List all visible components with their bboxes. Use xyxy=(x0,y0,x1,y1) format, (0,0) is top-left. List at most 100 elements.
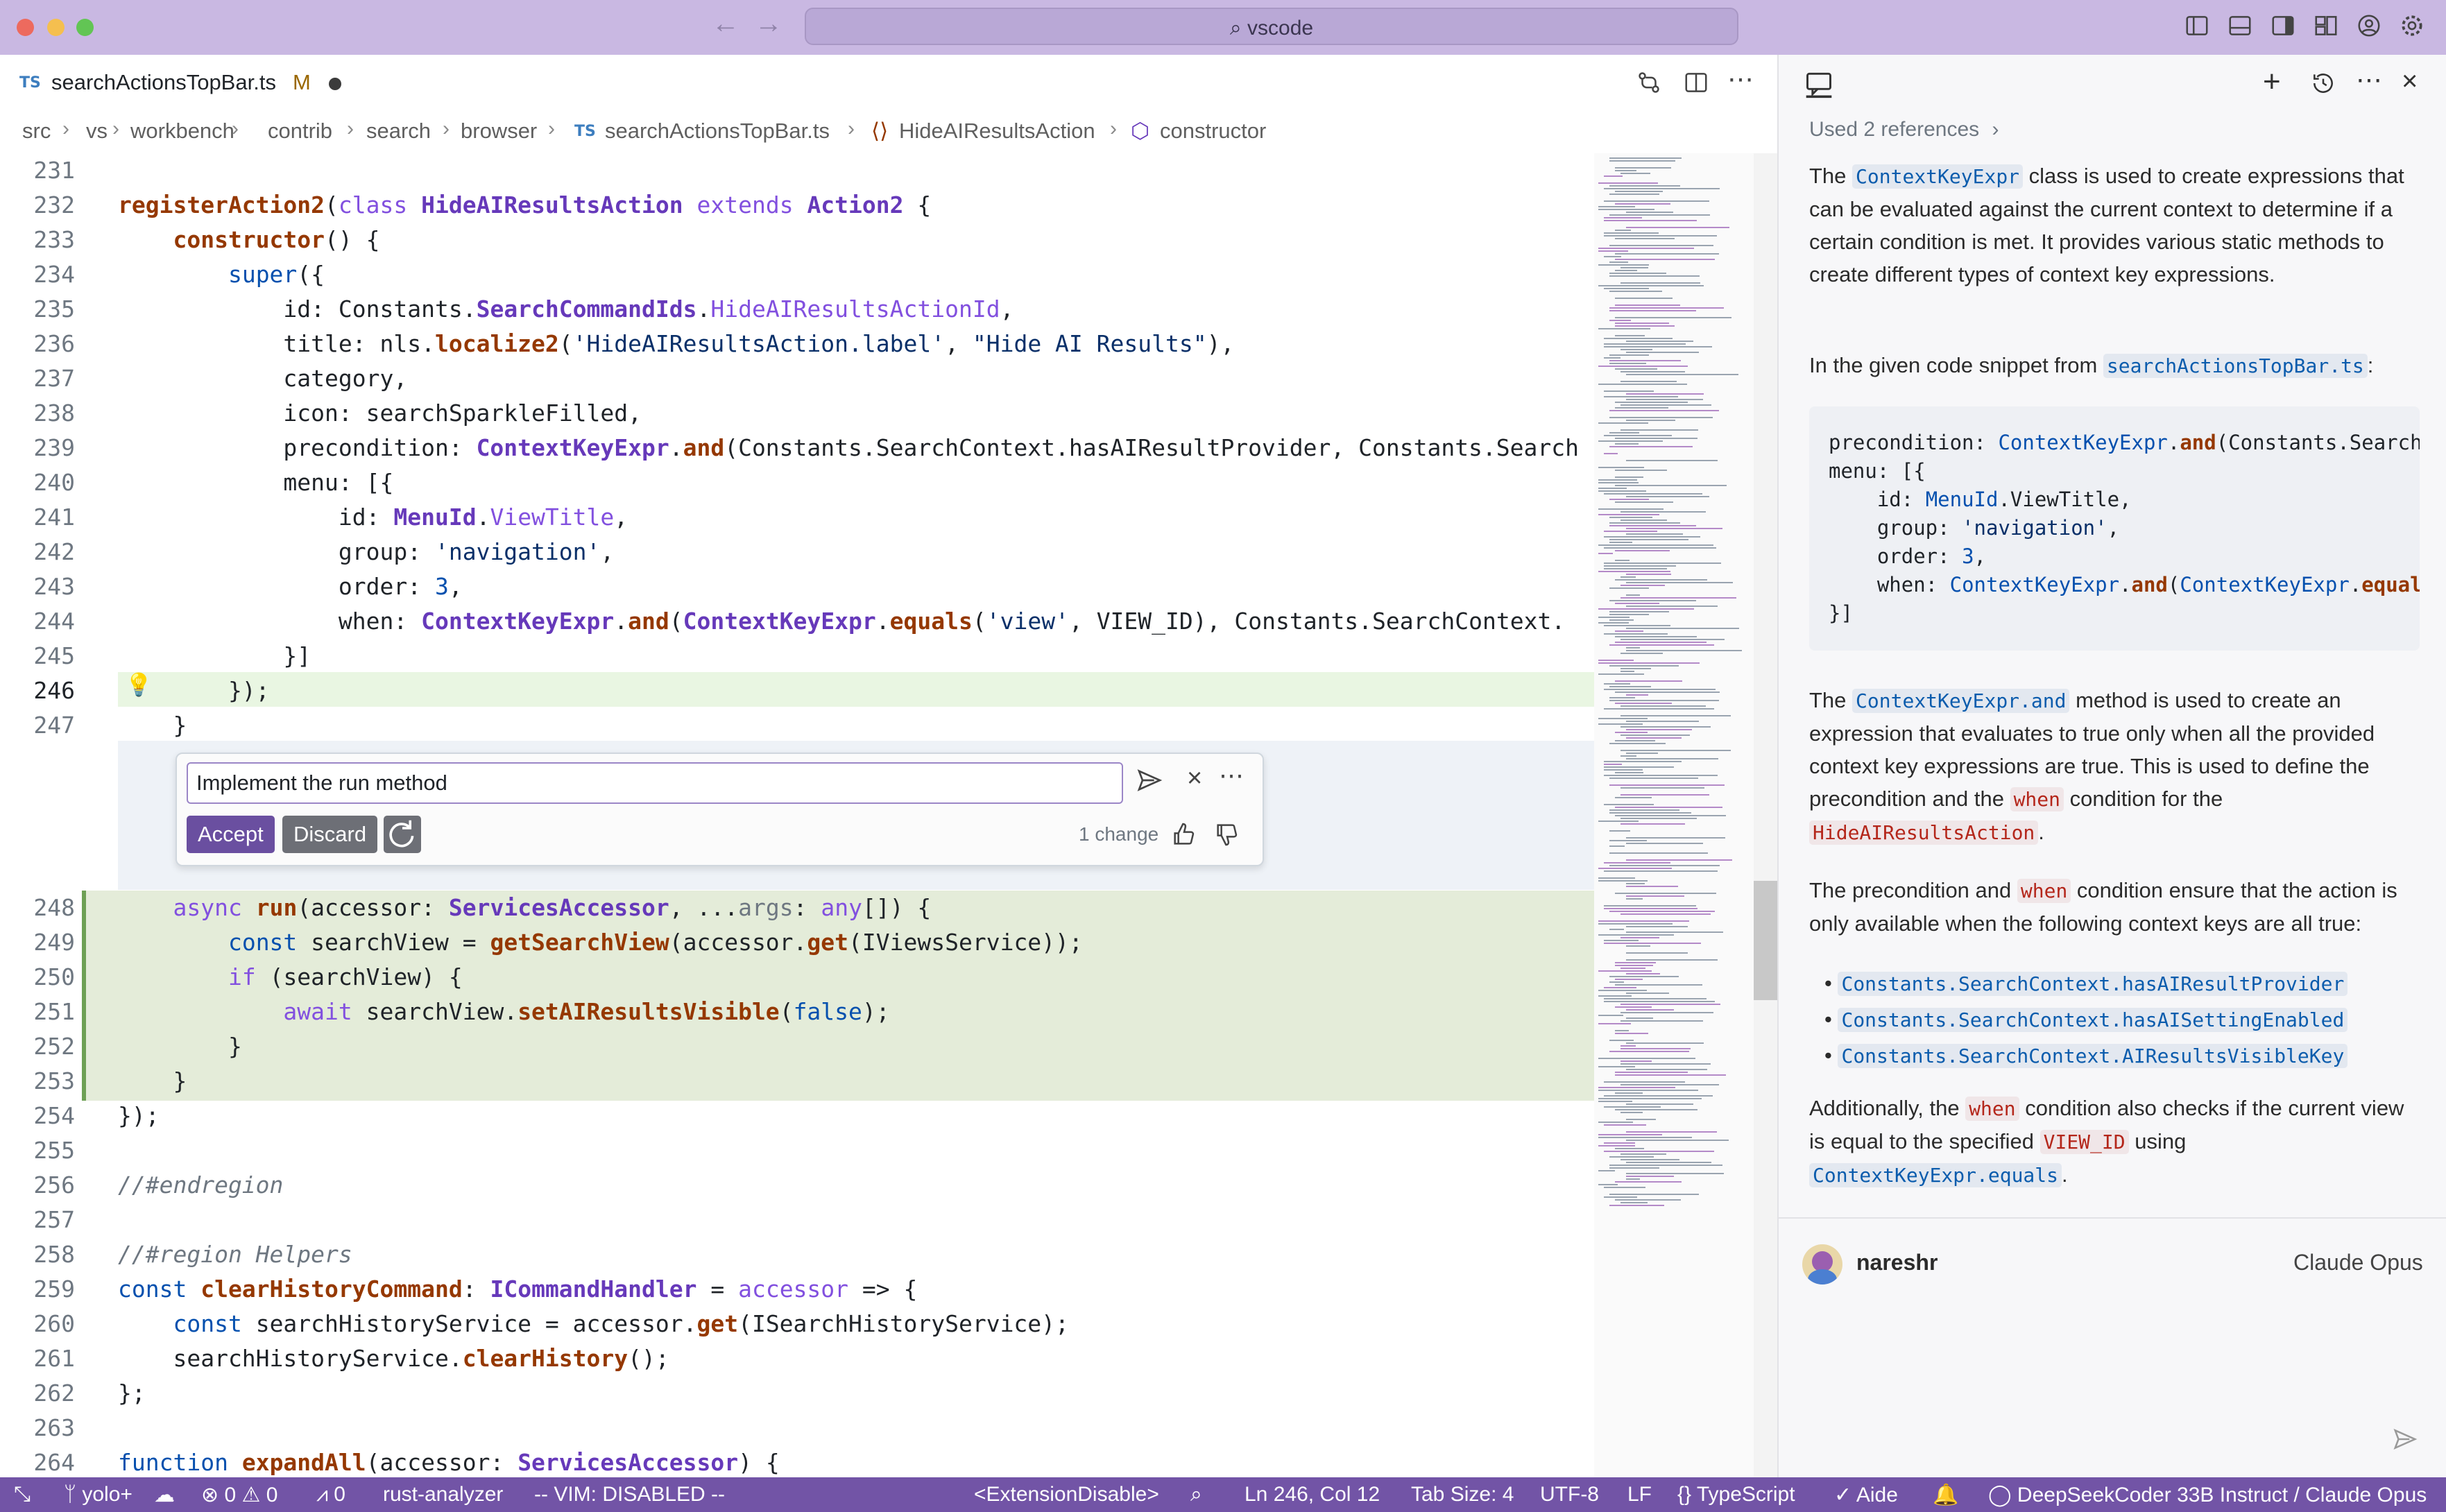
editor-scrollbar-track[interactable] xyxy=(1754,153,1777,1477)
breadcrumb-item[interactable]: constructor xyxy=(1160,119,1266,144)
minimap-line xyxy=(1609,446,1693,447)
settings-gear-icon[interactable] xyxy=(2399,12,2425,39)
language-mode[interactable]: {} TypeScript xyxy=(1677,1483,1795,1506)
more-actions-icon[interactable]: ⋯ xyxy=(1219,761,1244,790)
minimap-line xyxy=(1609,830,1630,832)
minimap-line xyxy=(1615,1072,1688,1073)
more-actions-icon[interactable]: ⋯ xyxy=(1727,64,1754,95)
minimap-line xyxy=(1598,1087,1675,1088)
minimap-line xyxy=(1615,203,1670,205)
vim-status[interactable]: -- VIM: DISABLED -- xyxy=(534,1483,725,1506)
minimize-window-button[interactable] xyxy=(47,19,65,36)
search-icon: ⌕ xyxy=(1229,17,1242,40)
minimap-line xyxy=(1604,338,1673,339)
minimap-line xyxy=(1604,568,1667,569)
breadcrumb-item[interactable]: searchActionsTopBar.ts xyxy=(605,119,830,144)
minimap-line xyxy=(1615,807,1722,808)
regenerate-button[interactable] xyxy=(384,816,421,853)
editor-scrollbar-thumb[interactable] xyxy=(1754,881,1777,1000)
minimap-line xyxy=(1609,320,1631,321)
minimap-line xyxy=(1626,1103,1693,1105)
minimap-line xyxy=(1604,633,1668,635)
zoom-icon[interactable]: ⌕ xyxy=(1190,1483,1202,1506)
close-window-button[interactable] xyxy=(17,19,34,36)
breadcrumb-item[interactable]: HideAIResultsAction xyxy=(899,119,1095,144)
extension-status[interactable]: <ExtensionDisable> xyxy=(974,1483,1159,1506)
sync-icon[interactable]: ☁ xyxy=(154,1483,175,1507)
minimap-line xyxy=(1598,467,1644,468)
chat-icon[interactable] xyxy=(1804,69,1834,99)
breadcrumb-item[interactable]: src xyxy=(22,119,51,144)
code-line: order: 3, xyxy=(1829,544,1986,568)
breadcrumb-item[interactable]: vs xyxy=(86,119,108,144)
file-reference[interactable]: searchActionsTopBar.ts xyxy=(2103,354,2368,378)
inline-chat-input[interactable]: Implement the run method xyxy=(187,762,1123,804)
toggle-primary-sidebar-icon[interactable] xyxy=(2184,12,2210,39)
model-status[interactable]: ◯ DeepSeekCoder 33B Instruct / Claude Op… xyxy=(1988,1483,2427,1507)
minimap-line xyxy=(1626,420,1675,421)
send-icon[interactable] xyxy=(1136,766,1163,794)
maximize-window-button[interactable] xyxy=(76,19,94,36)
minimap-line xyxy=(1620,937,1659,938)
split-editor-icon[interactable] xyxy=(1683,69,1709,96)
encoding[interactable]: UTF-8 xyxy=(1540,1483,1599,1506)
aide-status[interactable]: ✓ Aide xyxy=(1834,1483,1898,1507)
more-actions-icon[interactable]: ⋯ xyxy=(2356,65,2382,96)
minimap-line xyxy=(1626,1069,1707,1070)
open-changes-icon[interactable] xyxy=(1636,69,1662,96)
inline-code: when xyxy=(2010,787,2064,811)
broadcast-icon: ⩘ xyxy=(316,1483,328,1506)
ports-status[interactable]: ⩘ 0 xyxy=(316,1483,345,1506)
breadcrumb-item[interactable]: contrib xyxy=(268,119,332,144)
breadcrumb-item[interactable]: search xyxy=(366,119,431,144)
back-arrow-icon[interactable]: ← xyxy=(712,8,739,40)
discard-button[interactable]: Discard xyxy=(282,816,378,853)
chevron-right-icon: › xyxy=(1992,118,1999,141)
lightbulb-icon[interactable]: 💡 xyxy=(125,671,153,698)
thumbs-down-icon[interactable] xyxy=(1213,821,1241,848)
minimap-line xyxy=(1609,160,1675,162)
chat-code-block[interactable]: precondition: ContextKeyExpr.and(Constan… xyxy=(1809,406,2420,651)
toggle-panel-icon[interactable] xyxy=(2227,12,2253,39)
close-panel-icon[interactable]: × xyxy=(2402,66,2418,97)
editor-tab[interactable]: TS searchActionsTopBar.ts M xyxy=(0,55,361,113)
rust-analyzer-status[interactable]: rust-analyzer xyxy=(383,1483,503,1506)
minimap-line xyxy=(1615,1181,1682,1183)
history-icon[interactable] xyxy=(2310,70,2336,96)
thumbs-up-icon[interactable] xyxy=(1170,821,1198,848)
close-icon[interactable]: × xyxy=(1187,764,1202,793)
accept-button[interactable]: Accept xyxy=(187,816,275,853)
unsaved-dot-icon[interactable] xyxy=(329,78,341,90)
code-reference[interactable]: ContextKeyExpr.and xyxy=(1852,689,2070,713)
minimap-line xyxy=(1620,371,1685,372)
line-ending[interactable]: LF xyxy=(1627,1483,1652,1506)
minimap-line xyxy=(1615,579,1707,581)
forward-arrow-icon[interactable]: → xyxy=(755,8,782,40)
minimap-line xyxy=(1620,381,1677,382)
minimap-line xyxy=(1626,886,1678,887)
minimap-line xyxy=(1626,374,1738,375)
class-symbol-icon: ⟨⟩ xyxy=(871,119,889,143)
tab-size[interactable]: Tab Size: 4 xyxy=(1411,1483,1514,1506)
minimap-line xyxy=(1620,1012,1713,1013)
notifications-bell-icon[interactable]: 🔔 xyxy=(1933,1483,1958,1507)
customize-layout-icon[interactable] xyxy=(2313,12,2339,39)
breadcrumb-item[interactable]: browser xyxy=(461,119,537,144)
account-icon[interactable] xyxy=(2356,12,2382,39)
cursor-position[interactable]: Ln 246, Col 12 xyxy=(1245,1483,1380,1506)
references-toggle[interactable]: Used 2 references › xyxy=(1809,118,1999,141)
minimap-line xyxy=(1609,911,1715,912)
minimap[interactable] xyxy=(1594,153,1754,1477)
breadcrumb-item[interactable]: workbench xyxy=(130,119,234,144)
new-chat-icon[interactable]: + xyxy=(2263,65,2281,99)
toggle-secondary-sidebar-icon[interactable] xyxy=(2270,12,2296,39)
minimap-line xyxy=(1609,644,1714,646)
remote-icon[interactable]: ⤡ xyxy=(14,1483,31,1506)
problems-status[interactable]: ⊗ 0 ⚠ 0 xyxy=(201,1483,277,1507)
command-center[interactable]: ⌕ vscode xyxy=(805,8,1738,45)
branch-status[interactable]: ᛘ yolo+ xyxy=(64,1483,132,1506)
code-reference[interactable]: ContextKeyExpr.equals xyxy=(1809,1163,2062,1187)
send-icon[interactable] xyxy=(2392,1426,2418,1452)
minimap-line xyxy=(1598,553,1613,554)
code-reference[interactable]: ContextKeyExpr xyxy=(1852,164,2024,189)
